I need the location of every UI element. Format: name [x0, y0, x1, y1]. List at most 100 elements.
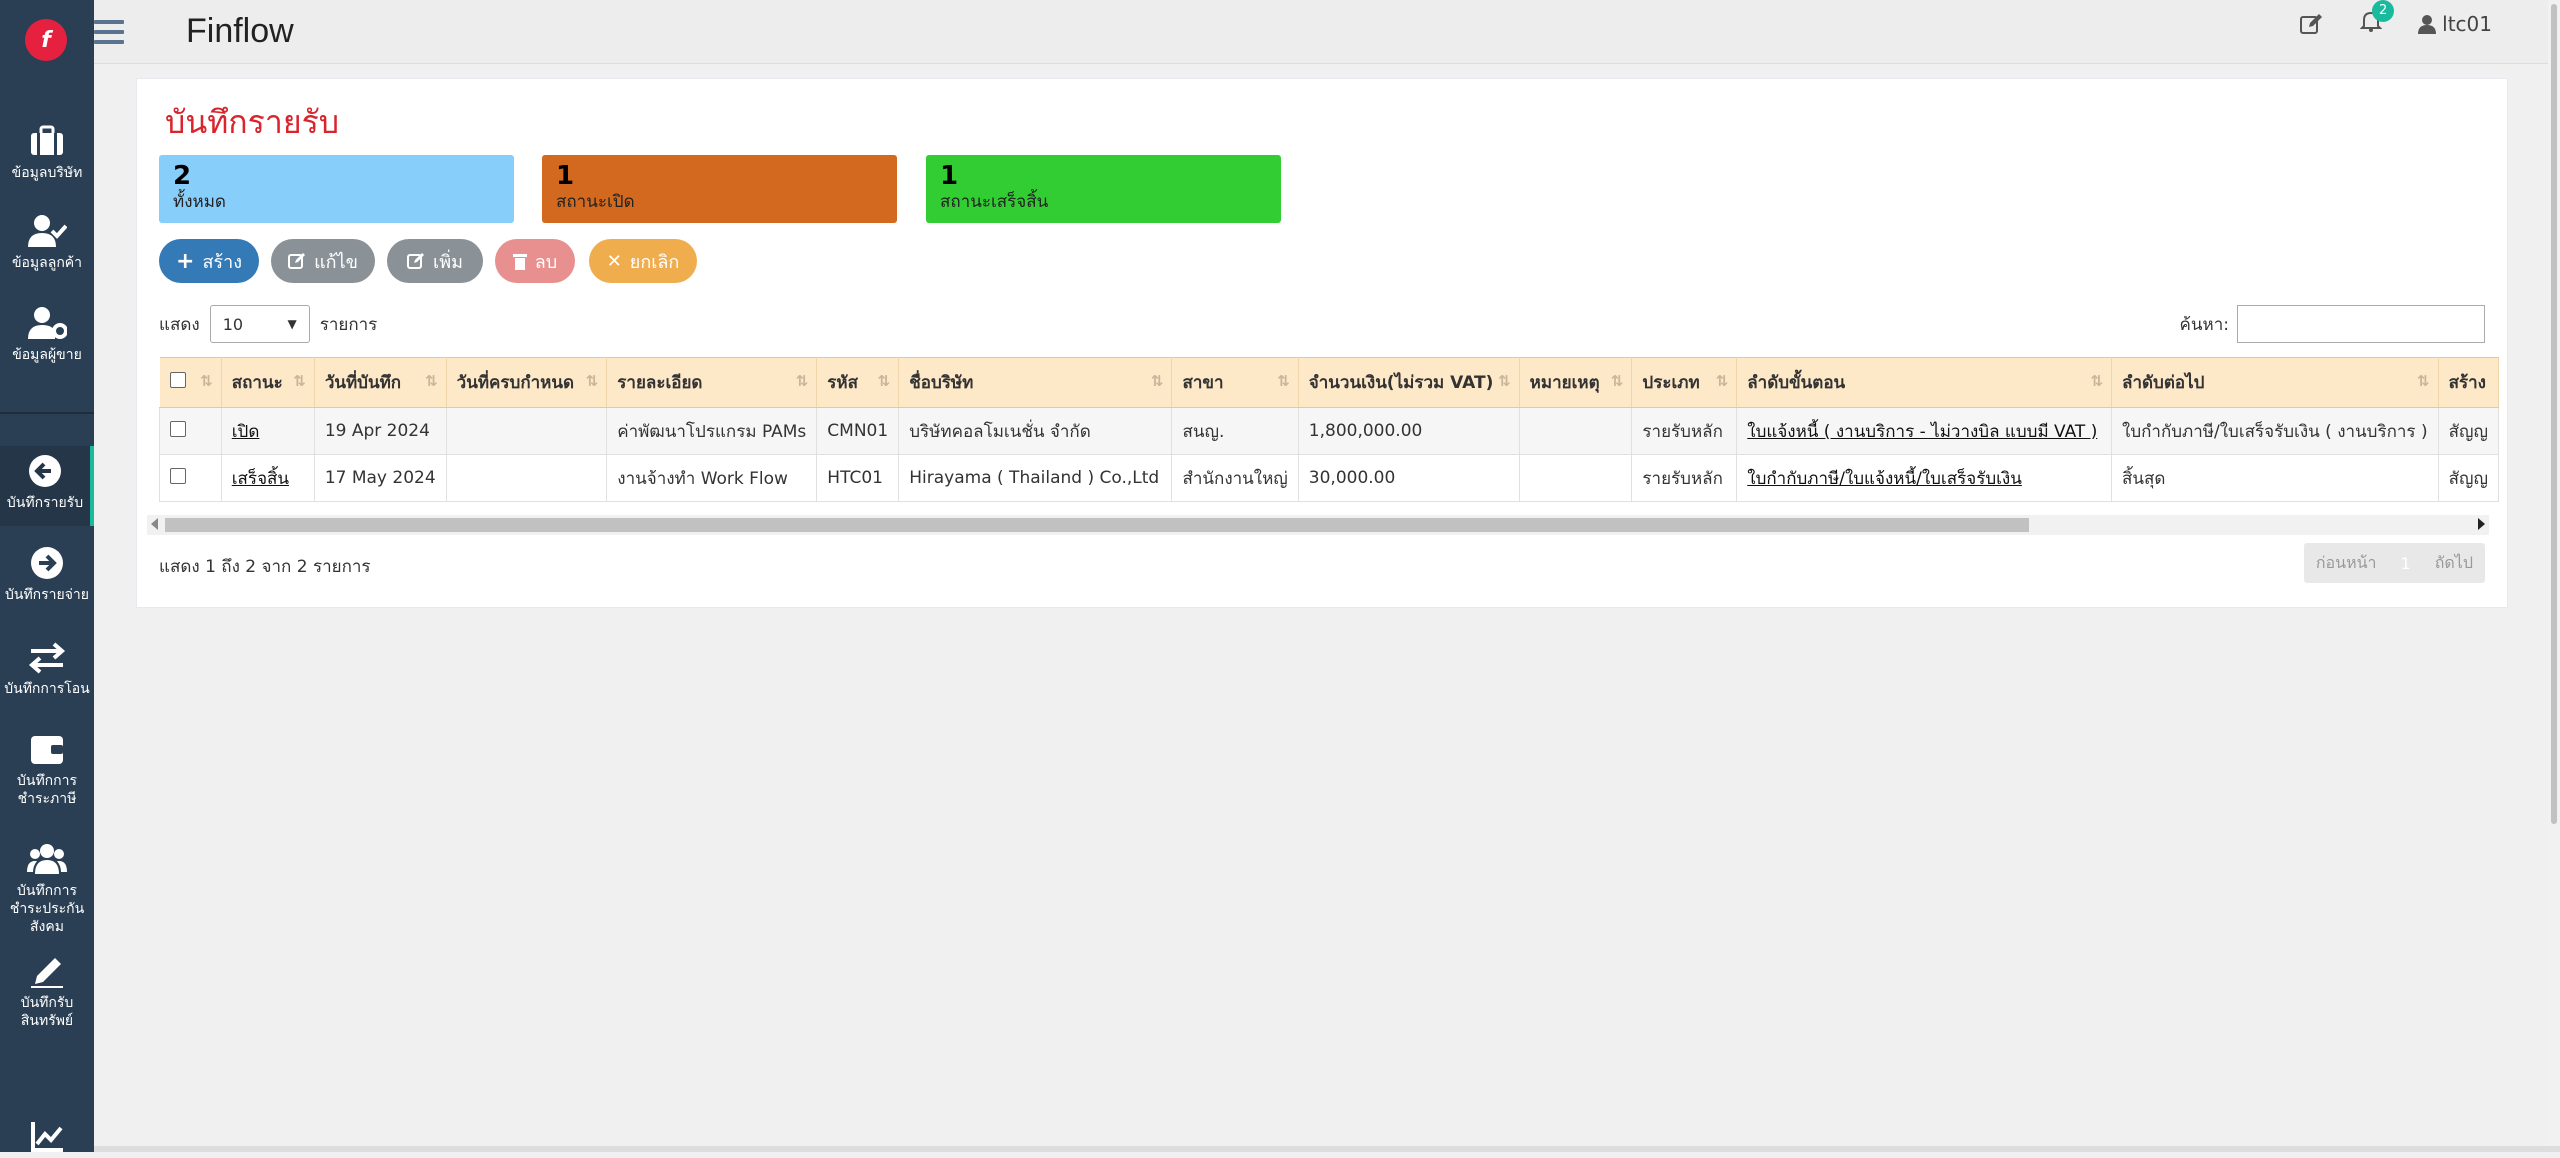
- current-page-button[interactable]: 1: [2389, 554, 2423, 573]
- notification-button[interactable]: 2: [2359, 0, 2395, 37]
- step-cell[interactable]: ใบกำกับภาษี/ใบแจ้งหนี้/ใบเสร็จรับเงิน: [1736, 454, 2113, 502]
- col-type[interactable]: ประเภท ⇅: [1631, 357, 1738, 408]
- scroll-left-icon[interactable]: [151, 518, 158, 530]
- col-code[interactable]: รหัส ⇅: [816, 357, 900, 408]
- sidebar-item-label: ข้อมูลผู้ขาย: [12, 347, 82, 363]
- top-right-menu: 2 ltc01: [2300, 0, 2492, 37]
- sidebar-item-transfer[interactable]: บันทึกการโอน: [0, 640, 94, 698]
- sidebar-item-customer[interactable]: ข้อมูลลูกค้า: [0, 214, 94, 272]
- sidebar-item-expense[interactable]: บันทึกรายจ่าย: [0, 546, 94, 604]
- col-status[interactable]: สถานะ ⇅: [221, 357, 315, 408]
- col-select-all[interactable]: ⇅: [159, 357, 222, 408]
- table-horizontal-scrollbar[interactable]: [147, 515, 2489, 535]
- col-amount[interactable]: จำนวนเงิน(ไม่รวม VAT) ⇅: [1298, 357, 1520, 408]
- briefcase-icon: [31, 125, 63, 155]
- pencil-icon: [31, 958, 63, 988]
- sidebar-item-vendor[interactable]: ข้อมูลผู้ขาย: [0, 306, 94, 364]
- user-menu[interactable]: ltc01: [2418, 12, 2492, 36]
- page-vertical-scrollbar[interactable]: [2548, 0, 2560, 1152]
- col-label: วันที่บันทึก: [324, 373, 402, 393]
- col-branch[interactable]: สาขา ⇅: [1171, 357, 1299, 408]
- user-icon: [2418, 14, 2437, 34]
- step-cell[interactable]: ใบแจ้งหนี้ ( งานบริการ - ไม่วางบิล แบบมี…: [1736, 407, 2113, 455]
- stat-total[interactable]: 2 ทั้งหมด: [159, 155, 514, 223]
- sidebar-item-company[interactable]: ข้อมูลบริษัท: [0, 124, 94, 182]
- code-cell: CMN01: [816, 407, 900, 455]
- next-page-button[interactable]: ถัดไป: [2423, 551, 2485, 576]
- edit-button[interactable]: แก้ไข: [271, 239, 375, 283]
- prev-page-button[interactable]: ก่อนหน้า: [2304, 551, 2389, 576]
- sidebar-item-report[interactable]: [0, 1118, 94, 1158]
- stat-done[interactable]: 1 สถานะเสร็จสิ้น: [926, 155, 1281, 223]
- col-detail[interactable]: รายละเอียด ⇅: [606, 357, 818, 408]
- col-label: สาขา: [1182, 373, 1224, 393]
- col-next-step[interactable]: ลำดับต่อไป ⇅: [2111, 357, 2439, 408]
- company-cell: Hirayama ( Thailand ) Co.,Ltd: [898, 454, 1173, 502]
- edit-icon[interactable]: [2300, 13, 2324, 35]
- select-all-checkbox[interactable]: [169, 372, 186, 388]
- col-record-date[interactable]: วันที่บันทึก ⇅: [314, 357, 447, 408]
- sort-icon: ⇅: [1610, 372, 1624, 390]
- table-row[interactable]: เสร็จสิ้น 17 May 2024 งานจ้างทำ Work Flo…: [159, 454, 2499, 502]
- stat-open[interactable]: 1 สถานะเปิด: [542, 155, 897, 223]
- search-input[interactable]: [2237, 305, 2485, 343]
- col-step[interactable]: ลำดับขั้นตอน ⇅: [1736, 357, 2113, 408]
- branch-cell: สำนักงานใหญ่: [1171, 454, 1299, 502]
- app-logo[interactable]: f: [25, 19, 67, 61]
- col-label: สร้าง: [2448, 373, 2486, 393]
- stat-open-label: สถานะเปิด: [556, 192, 635, 212]
- sort-icon: ⇅: [1150, 372, 1164, 390]
- income-table: ⇅ สถานะ ⇅ วันที่บันทึก ⇅ วันที่ครบกำหนด ⇅ ร…: [159, 357, 2499, 502]
- edit-icon: [407, 253, 425, 269]
- status-cell[interactable]: เปิด: [220, 407, 315, 455]
- table-header-row: ⇅ สถานะ ⇅ วันที่บันทึก ⇅ วันที่ครบกำหนด ⇅ ร…: [159, 357, 2499, 408]
- wallet-icon: [31, 736, 63, 764]
- type-cell: รายรับหลัก: [1631, 407, 1738, 455]
- scrollbar-thumb[interactable]: [165, 518, 2029, 532]
- sidebar-item-income[interactable]: บันทึกรายรับ: [0, 446, 94, 526]
- col-label: จำนวนเงิน(ไม่รวม VAT): [1308, 373, 1494, 393]
- add-button[interactable]: เพิ่ม: [387, 239, 483, 283]
- created-cell: สัญญ: [2437, 407, 2499, 455]
- length-show-label: แสดง: [159, 314, 200, 335]
- row-checkbox[interactable]: [170, 467, 186, 484]
- page-horizontal-scrollbar[interactable]: [94, 1146, 2560, 1152]
- table-row[interactable]: เปิด 19 Apr 2024 ค่าพัฒนาโปรแกรม PAMs CM…: [159, 407, 2499, 455]
- col-note[interactable]: หมายเหตุ ⇅: [1519, 357, 1633, 408]
- note-cell: [1518, 454, 1633, 502]
- row-checkbox-cell[interactable]: [159, 407, 222, 455]
- step-link[interactable]: ใบกำกับภาษี/ใบแจ้งหนี้/ใบเสร็จรับเงิน: [1747, 469, 2022, 489]
- user-gear-icon: [28, 307, 67, 339]
- main-panel: บันทึกรายรับ 2 ทั้งหมด 1 สถานะเปิด 1 สถา…: [136, 78, 2508, 608]
- create-button[interactable]: + สร้าง: [159, 239, 259, 283]
- row-checkbox-cell[interactable]: [159, 454, 222, 502]
- delete-button[interactable]: ลบ: [495, 239, 575, 283]
- row-checkbox[interactable]: [170, 420, 186, 437]
- col-due-date[interactable]: วันที่ครบกำหนด ⇅: [446, 357, 608, 408]
- col-label: หมายเหตุ: [1529, 373, 1600, 393]
- col-company[interactable]: ชื่อบริษัท ⇅: [898, 357, 1173, 408]
- page-length-value: 10: [222, 314, 244, 334]
- page-title: บันทึกรายรับ: [165, 103, 340, 141]
- sidebar-item-label: บันทึกรายจ่าย: [4, 587, 89, 603]
- status-link[interactable]: เสร็จสิ้น: [232, 469, 289, 489]
- sidebar-item-assets[interactable]: บันทึกรับสินทรัพย์: [0, 954, 94, 1030]
- next-step-cell: ใบกำกับภาษี/ใบเสร็จรับเงิน ( งานบริการ ): [2111, 407, 2439, 455]
- code-cell: HTC01: [816, 454, 900, 502]
- notification-badge: 2: [2372, 0, 2395, 22]
- sort-icon: ⇅: [1498, 372, 1511, 390]
- table-search: ค้นหา:: [2180, 305, 2485, 343]
- menu-toggle-icon[interactable]: [94, 20, 124, 46]
- scrollbar-thumb[interactable]: [2551, 4, 2557, 824]
- step-link[interactable]: ใบแจ้งหนี้ ( งานบริการ - ไม่วางบิล แบบมี…: [1747, 422, 2097, 442]
- sidebar-item-social-security[interactable]: บันทึกการชำระประกันสังคม: [0, 842, 94, 936]
- scroll-right-icon[interactable]: [2478, 518, 2485, 530]
- col-created[interactable]: สร้าง: [2438, 357, 2499, 408]
- status-link[interactable]: เปิด: [232, 422, 260, 442]
- page-length-select[interactable]: 10 ▼: [209, 305, 310, 343]
- stat-done-count: 1: [940, 161, 959, 191]
- amount-cell: 30,000.00: [1297, 454, 1520, 502]
- sidebar-item-tax[interactable]: บันทึกการชำระภาษี: [0, 732, 94, 808]
- cancel-button[interactable]: ✕ ยกเลิก: [589, 239, 697, 283]
- status-cell[interactable]: เสร็จสิ้น: [220, 454, 315, 502]
